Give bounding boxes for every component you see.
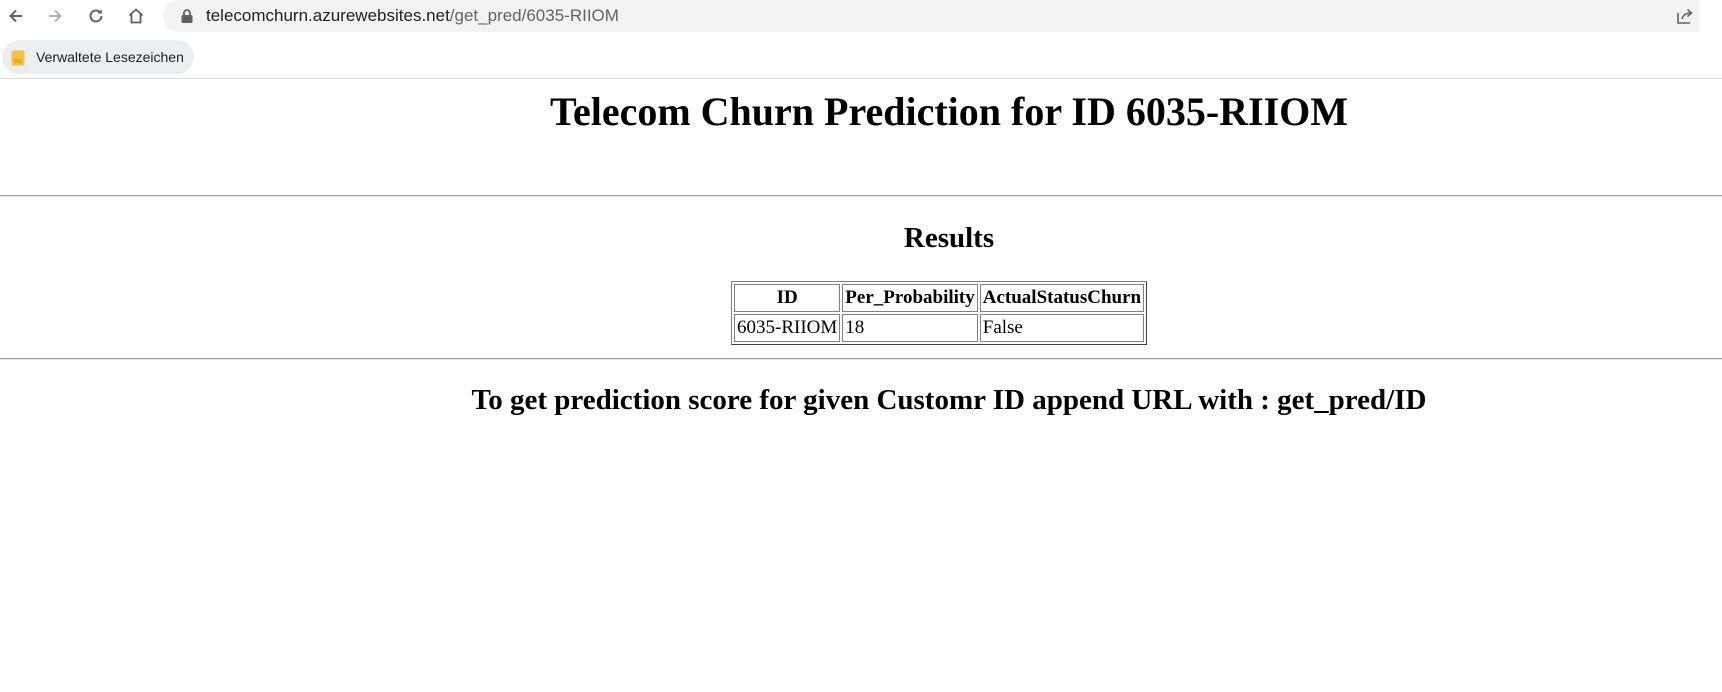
column-header: ActualStatusChurn [979, 284, 1145, 312]
divider [0, 195, 1722, 197]
url-host: telecomchurn.azurewebsites.net [206, 6, 450, 25]
forward-icon[interactable] [42, 3, 68, 29]
lock-icon[interactable] [180, 8, 194, 24]
url-path: /get_pred/6035-RIIOM [449, 6, 619, 25]
back-icon[interactable] [3, 3, 29, 29]
folder-icon [11, 50, 25, 66]
home-icon[interactable] [123, 3, 149, 29]
page-title: Telecom Churn Prediction for ID 6035-RII… [549, 89, 1349, 134]
bookmarks-bar: Verwaltete Lesezeichen [0, 36, 1722, 79]
divider [0, 358, 1722, 360]
cell-id: 6035-RIIOM [734, 314, 841, 342]
reload-icon[interactable] [83, 3, 109, 29]
usage-hint: To get prediction score for given Custom… [471, 384, 1427, 416]
cell-per-probability: 18 [842, 314, 978, 342]
table-header-row: ID Per_Probability ActualStatusChurn [734, 284, 1145, 312]
bookmark-folder-managed[interactable]: Verwaltete Lesezeichen [2, 40, 194, 74]
share-icon[interactable] [1675, 6, 1695, 26]
url-text[interactable]: telecomchurn.azurewebsites.net/get_pred/… [206, 6, 619, 26]
browser-toolbar: telecomchurn.azurewebsites.net/get_pred/… [0, 0, 1722, 32]
column-header: ID [734, 284, 841, 312]
column-header: Per_Probability [842, 284, 978, 312]
page-content: Telecom Churn Prediction for ID 6035-RII… [0, 79, 1722, 692]
cell-actual-status-churn: False [979, 314, 1145, 342]
bookmark-folder-label: Verwaltete Lesezeichen [36, 49, 184, 65]
address-bar[interactable]: telecomchurn.azurewebsites.net/get_pred/… [163, 0, 1699, 32]
results-table: ID Per_Probability ActualStatusChurn 603… [731, 281, 1148, 345]
table-row: 6035-RIIOM 18 False [734, 314, 1145, 342]
results-heading: Results [903, 222, 995, 254]
